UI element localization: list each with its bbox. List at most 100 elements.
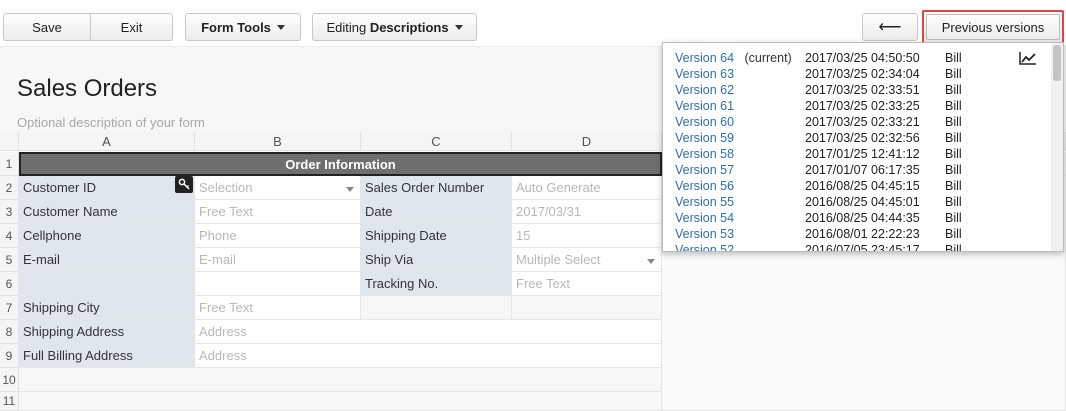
column-header-a[interactable]: A: [19, 132, 195, 151]
cell-customer-id-label[interactable]: Customer ID: [19, 176, 195, 200]
form-tools-dropdown[interactable]: Form Tools: [185, 13, 301, 41]
section-header-order-information[interactable]: Order Information: [19, 152, 662, 176]
cell-ship-via-label[interactable]: Ship Via: [361, 248, 512, 272]
cell-customer-name-label[interactable]: Customer Name: [19, 200, 195, 224]
version-link[interactable]: Version 52: [675, 242, 734, 251]
cell-email-field[interactable]: E-mail: [195, 248, 361, 272]
save-button[interactable]: Save: [3, 13, 91, 41]
cell-shipping-city-label[interactable]: Shipping City: [19, 296, 195, 320]
version-link[interactable]: Version 53: [675, 226, 734, 242]
previous-versions-inner: Previous versions: [926, 14, 1060, 40]
version-link[interactable]: Version 54: [675, 210, 734, 226]
dropdown-arrow-icon: [346, 187, 354, 192]
version-row[interactable]: Version 61 2017/03/25 02:33:25 Bill: [663, 98, 1051, 114]
version-link[interactable]: Version 61: [675, 98, 734, 114]
caret-down-icon: [454, 24, 463, 30]
grid-cell[interactable]: [195, 272, 361, 296]
cell-shipping-date-field[interactable]: 15: [512, 224, 662, 248]
grid-cell[interactable]: [361, 296, 512, 320]
row-header[interactable]: 11: [0, 392, 19, 411]
version-row[interactable]: Version 53 2016/08/01 22:22:23 Bill: [663, 226, 1051, 242]
cell-sales-order-number-field[interactable]: Auto Generate: [512, 176, 662, 200]
cell-ship-via-field[interactable]: Multiple Select: [512, 248, 662, 272]
row-header[interactable]: 1: [0, 152, 19, 176]
dropdown-arrow-icon: [647, 259, 655, 264]
cell-date-field[interactable]: 2017/03/31: [512, 200, 662, 224]
version-row[interactable]: Version 62 2017/03/25 02:33:51 Bill: [663, 82, 1051, 98]
column-header-b[interactable]: B: [195, 132, 361, 151]
cell-shipping-city-field[interactable]: Free Text: [195, 296, 361, 320]
version-row[interactable]: Version 56 2016/08/25 04:45:15 Bill: [663, 178, 1051, 194]
grid-corner: [0, 132, 19, 151]
line-chart-icon[interactable]: [1019, 51, 1037, 65]
version-row[interactable]: Version 64 (current) 2017/03/25 04:50:50 B…: [663, 50, 1051, 66]
back-arrow-button[interactable]: ⟵: [862, 13, 918, 41]
version-link[interactable]: Version 55: [675, 194, 734, 210]
grid-cell[interactable]: [512, 296, 662, 320]
version-date: 2017/01/25 12:41:12: [805, 147, 920, 161]
cell-shipping-address-field[interactable]: Address: [195, 320, 662, 344]
version-link[interactable]: Version 62: [675, 82, 734, 98]
version-row[interactable]: Version 57 2017/01/07 06:17:35 Bill: [663, 162, 1051, 178]
version-date: 2017/03/25 02:34:04: [805, 67, 920, 81]
column-header-c[interactable]: C: [361, 132, 512, 151]
form-description[interactable]: Optional description of your form: [17, 115, 205, 130]
cell-customer-name-field[interactable]: Free Text: [195, 200, 361, 224]
grid-cell[interactable]: [19, 272, 195, 296]
grid-cell[interactable]: [19, 368, 662, 392]
row-header[interactable]: 8: [0, 320, 19, 344]
version-row[interactable]: Version 52 2016/07/05 23:45:17 Bill: [663, 242, 1051, 251]
row-header[interactable]: 6: [0, 272, 19, 296]
version-link[interactable]: Version 64: [675, 50, 734, 66]
version-row[interactable]: Version 63 2017/03/25 02:34:04 Bill: [663, 66, 1051, 82]
cell-customer-id-field[interactable]: Selection: [195, 176, 361, 200]
previous-versions-button[interactable]: Previous versions: [922, 10, 1064, 44]
version-link[interactable]: Version 57: [675, 162, 734, 178]
row-header[interactable]: 2: [0, 176, 19, 200]
editing-mode-label: Descriptions: [369, 19, 449, 35]
row-header[interactable]: 10: [0, 368, 19, 392]
cell-full-billing-address-label[interactable]: Full Billing Address: [19, 344, 195, 368]
version-row[interactable]: Version 58 2017/01/25 12:41:12 Bill: [663, 146, 1051, 162]
version-user: Bill: [945, 179, 962, 193]
version-link[interactable]: Version 60: [675, 114, 734, 130]
version-link[interactable]: Version 58: [675, 146, 734, 162]
form-title[interactable]: Sales Orders: [17, 75, 157, 103]
cell-email-label[interactable]: E-mail: [19, 248, 195, 272]
version-row[interactable]: Version 60 2017/03/25 02:33:21 Bill: [663, 114, 1051, 130]
scrollbar-thumb[interactable]: [1053, 45, 1061, 81]
version-date: 2017/03/25 02:33:25: [805, 99, 920, 113]
version-row[interactable]: Version 54 2016/08/25 04:44:35 Bill: [663, 210, 1051, 226]
cell-tracking-no-field[interactable]: Free Text: [512, 272, 662, 296]
version-row[interactable]: Version 59 2017/03/25 02:32:56 Bill: [663, 130, 1051, 146]
cell-full-billing-address-field[interactable]: Address: [195, 344, 662, 368]
cell-shipping-date-label[interactable]: Shipping Date: [361, 224, 512, 248]
row-header[interactable]: 4: [0, 224, 19, 248]
row-header[interactable]: 7: [0, 296, 19, 320]
version-user: Bill: [945, 147, 962, 161]
key-icon[interactable]: [175, 176, 193, 193]
row-header[interactable]: 5: [0, 248, 19, 272]
version-date: 2017/03/25 02:33:21: [805, 115, 920, 129]
editing-mode-dropdown[interactable]: Editing Descriptions: [312, 13, 477, 41]
row-header[interactable]: 3: [0, 200, 19, 224]
cell-tracking-no-label[interactable]: Tracking No.: [361, 272, 512, 296]
row-header[interactable]: 9: [0, 344, 19, 368]
version-link[interactable]: Version 63: [675, 66, 734, 82]
current-version-tag: (current): [741, 51, 792, 65]
version-user: Bill: [945, 195, 962, 209]
cell-shipping-address-label[interactable]: Shipping Address: [19, 320, 195, 344]
scrollbar[interactable]: [1051, 43, 1063, 251]
grid-cell[interactable]: [19, 392, 662, 411]
cell-sales-order-number-label[interactable]: Sales Order Number: [361, 176, 512, 200]
cell-cellphone-label[interactable]: Cellphone: [19, 224, 195, 248]
cell-cellphone-field[interactable]: Phone: [195, 224, 361, 248]
cell-date-label[interactable]: Date: [361, 200, 512, 224]
version-user: Bill: [945, 51, 962, 65]
column-header-d[interactable]: D: [512, 132, 662, 151]
version-row[interactable]: Version 55 2016/08/25 04:45:01 Bill: [663, 194, 1051, 210]
exit-button[interactable]: Exit: [91, 13, 173, 41]
version-link[interactable]: Version 56: [675, 178, 734, 194]
version-link[interactable]: Version 59: [675, 130, 734, 146]
previous-versions-popup: Version 64 (current) 2017/03/25 04:50:50 B…: [662, 42, 1064, 252]
